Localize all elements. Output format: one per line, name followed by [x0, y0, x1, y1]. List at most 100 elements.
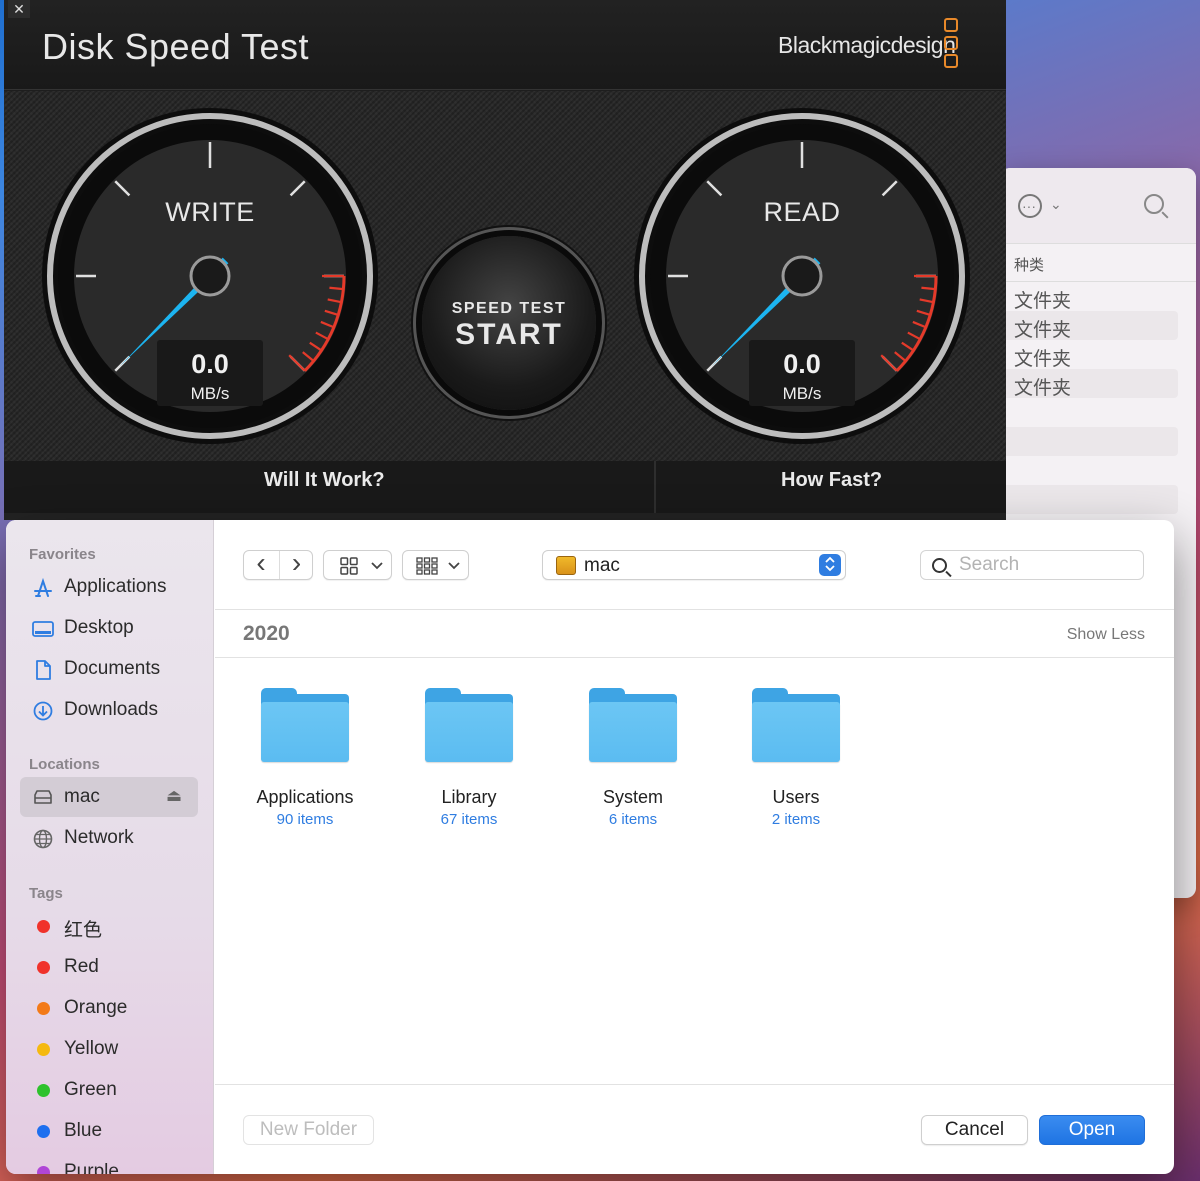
sidebar-tag-hongse[interactable]: 红色 — [20, 906, 198, 946]
favorites-section-label: Favorites — [29, 546, 96, 563]
folder-item-system[interactable]: System 6 items — [558, 688, 708, 828]
kind-column-header[interactable]: 种类 — [1000, 244, 1196, 282]
search-icon — [932, 558, 947, 573]
more-options-icon[interactable] — [1018, 194, 1042, 218]
popup-stepper-icon — [819, 554, 841, 576]
cancel-button[interactable]: Cancel — [921, 1115, 1028, 1145]
icon-view-icon — [340, 557, 358, 575]
folder-icon — [261, 688, 349, 762]
folder-item-applications[interactable]: Applications 90 items — [230, 688, 380, 828]
view-mode-button[interactable] — [323, 550, 392, 580]
sidebar-item-applications[interactable]: Applications — [20, 567, 198, 607]
folder-icon — [752, 688, 840, 762]
sidebar-item-label: mac — [64, 786, 100, 807]
sidebar-item-label: Documents — [64, 658, 161, 679]
sidebar-item-network[interactable]: Network — [20, 818, 198, 858]
navigation-buttons: ‹ › — [243, 549, 313, 580]
folder-item-library[interactable]: Library 67 items — [394, 688, 544, 828]
folder-icon — [425, 688, 513, 762]
applications-icon — [34, 578, 52, 597]
eject-icon[interactable]: ⏏ — [166, 786, 182, 806]
tag-color-dot — [37, 1125, 50, 1138]
folder-name: Users — [772, 787, 820, 807]
disk-icon — [34, 790, 52, 804]
search-field[interactable] — [920, 550, 1144, 580]
sidebar-item-documents[interactable]: Documents — [20, 649, 198, 689]
show-less-link[interactable]: Show Less — [1067, 626, 1145, 644]
folder-name: Library — [441, 787, 497, 807]
tag-label: Red — [64, 956, 99, 977]
folder-item-count: 2 items — [771, 811, 821, 828]
group-by-button[interactable] — [402, 550, 469, 580]
search-input[interactable] — [959, 554, 1135, 576]
tag-color-dot — [37, 920, 50, 933]
app-title: Disk Speed Test — [42, 26, 309, 67]
hard-disk-icon — [556, 556, 576, 575]
locations-section-label: Locations — [29, 756, 100, 773]
folder-item-users[interactable]: Users 2 items — [721, 688, 871, 828]
group-view-icon — [416, 557, 438, 575]
browser-pane: ‹ › mac 2020 — [215, 520, 1174, 1174]
chevron-down-icon[interactable]: ⌄ — [1050, 196, 1062, 213]
tag-label: Purple — [64, 1161, 119, 1174]
write-speed-value: 0.0 — [191, 349, 229, 379]
tag-color-dot — [37, 1166, 50, 1174]
read-speed-unit: MB/s — [782, 384, 822, 403]
document-icon — [36, 660, 51, 680]
sidebar-item-desktop[interactable]: Desktop — [20, 608, 198, 648]
results-row — [4, 513, 1006, 520]
folder-icon — [589, 688, 677, 762]
sidebar-tag-orange[interactable]: Orange — [20, 988, 198, 1028]
gauge-redline-tick — [329, 286, 344, 291]
sidebar-item-label: Applications — [64, 576, 167, 597]
group-header: 2020 Show Less — [215, 611, 1174, 658]
list-item[interactable]: 文件夹 — [1000, 369, 1178, 399]
write-gauge: WRITE 0.0 MB/s — [38, 104, 382, 448]
list-item[interactable]: 文件夹 — [1000, 282, 1196, 312]
dialog-footer: New Folder Cancel Open — [215, 1084, 1174, 1174]
globe-icon — [33, 829, 53, 849]
new-folder-button[interactable]: New Folder — [243, 1115, 374, 1145]
write-readout: 0.0 MB/s — [157, 340, 263, 406]
back-button[interactable]: ‹ — [244, 549, 278, 579]
gauge-hub — [781, 255, 823, 297]
folder-item-count: 90 items — [276, 811, 334, 828]
folder-item-count: 67 items — [440, 811, 498, 828]
sidebar-tag-blue[interactable]: Blue — [20, 1111, 198, 1151]
location-label: mac — [584, 555, 620, 576]
sidebar-item-label: Desktop — [64, 617, 134, 638]
tag-label: Blue — [64, 1120, 103, 1141]
tag-color-dot — [37, 1084, 50, 1097]
list-item[interactable]: 文件夹 — [1000, 311, 1178, 341]
list-item[interactable]: 文件夹 — [1000, 340, 1196, 370]
sidebar-tag-purple[interactable]: Purple — [20, 1152, 198, 1174]
speed-test-start-button[interactable]: SPEED TEST START — [422, 236, 596, 410]
start-button-label: START — [455, 318, 563, 351]
forward-button[interactable]: › — [279, 549, 313, 579]
location-popup-button[interactable]: mac — [542, 550, 846, 580]
write-speed-unit: MB/s — [190, 384, 230, 403]
start-button-caption: SPEED TEST — [451, 300, 567, 317]
empty-row — [1000, 427, 1178, 456]
close-button[interactable]: ✕ — [8, 0, 30, 18]
tag-color-dot — [37, 961, 50, 974]
download-icon — [33, 701, 53, 721]
open-button[interactable]: Open — [1039, 1115, 1145, 1145]
sidebar-tag-red[interactable]: Red — [20, 947, 198, 987]
sidebar-item-mac[interactable]: mac ⏏ — [20, 777, 198, 817]
open-file-dialog: Favorites Applications Desktop Documents… — [6, 520, 1174, 1174]
gauge-redline-tick — [921, 286, 936, 291]
write-gauge-label: WRITE — [165, 197, 255, 227]
sidebar-tag-yellow[interactable]: Yellow — [20, 1029, 198, 1069]
tag-color-dot — [37, 1002, 50, 1015]
sidebar-tag-green[interactable]: Green — [20, 1070, 198, 1110]
group-title: 2020 — [243, 622, 290, 645]
divider — [654, 461, 656, 520]
folder-name: Applications — [256, 787, 354, 807]
sidebar-item-downloads[interactable]: Downloads — [20, 690, 198, 730]
background-finder-toolbar: ⌄ — [1000, 168, 1196, 244]
folder-name: System — [602, 787, 663, 807]
chevron-down-icon — [371, 562, 383, 570]
search-icon[interactable] — [1144, 194, 1164, 214]
empty-row — [1000, 485, 1178, 514]
